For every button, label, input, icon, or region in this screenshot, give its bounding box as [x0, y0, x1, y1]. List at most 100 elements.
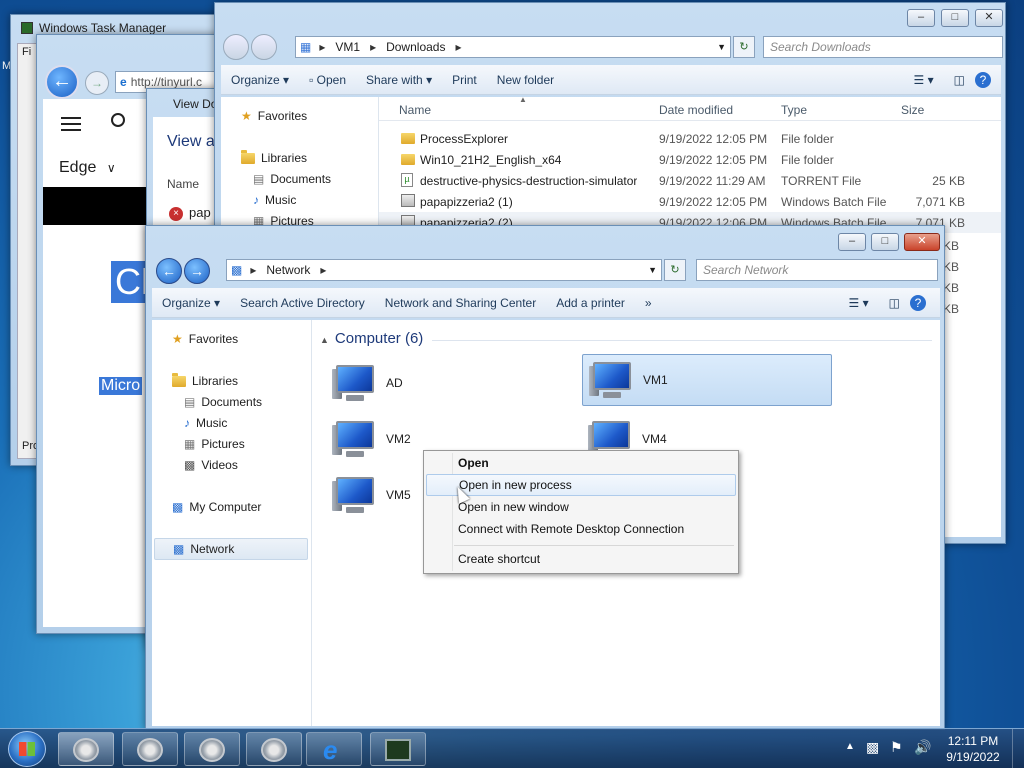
menu-item-open-new-window[interactable]: Open in new window	[426, 496, 736, 518]
minimize-button[interactable]: –	[907, 9, 935, 27]
context-menu: Open Open in new process Open in new win…	[423, 450, 739, 574]
size-fragment: KB	[943, 260, 960, 274]
close-button[interactable]: ✕	[904, 233, 940, 251]
ie-back-button[interactable]: ←	[45, 65, 79, 99]
print-button[interactable]: Print	[442, 73, 487, 87]
nav-music[interactable]: ♪ Music	[253, 193, 296, 207]
menu-item-open[interactable]: Open	[426, 452, 736, 474]
organize-button[interactable]: Organize ▾	[221, 73, 299, 87]
ie-forward-button[interactable]: →	[85, 71, 109, 95]
computer-item-vm1[interactable]: VM1	[582, 354, 832, 406]
nav-favorites[interactable]: ★ Favorites	[172, 332, 238, 346]
taskbar-button-network[interactable]	[58, 732, 114, 766]
search-input[interactable]: Search Network	[696, 259, 938, 281]
nav-videos[interactable]: ▩ Videos	[184, 458, 238, 472]
start-button[interactable]	[8, 731, 46, 767]
task-manager-menu-file[interactable]: Fi	[22, 46, 31, 58]
col-size[interactable]: Size	[901, 103, 924, 117]
hamburger-menu-icon[interactable]	[61, 117, 81, 131]
open-button[interactable]: ▫ Open	[299, 73, 356, 87]
downloads-toolbar: Organize ▾ ▫ Open Share with ▾ Print New…	[221, 65, 1001, 95]
forward-button[interactable]: →	[184, 258, 210, 284]
preview-pane-icon[interactable]: ◫	[944, 73, 975, 87]
menu-item-open-new-process[interactable]: Open in new process	[426, 474, 736, 496]
search-icon[interactable]	[111, 113, 125, 127]
table-row[interactable]: ProcessExplorer 9/19/2022 12:05 PM File …	[379, 128, 1001, 149]
address-bar[interactable]: ▩ ▸ Network ▸ ▼	[226, 259, 662, 281]
more-commands-button[interactable]: »	[635, 296, 662, 310]
refresh-button[interactable]: ↻	[664, 259, 686, 281]
volume-tray-icon[interactable]: 🔊	[914, 739, 931, 756]
search-active-directory-button[interactable]: Search Active Directory	[230, 296, 375, 310]
minimize-button[interactable]: –	[838, 233, 866, 251]
clock[interactable]: 12:11 PM 9/19/2022	[940, 733, 1006, 765]
show-hidden-icons[interactable]: ▲	[845, 741, 855, 752]
search-input[interactable]: Search Downloads	[763, 36, 1003, 58]
nav-documents[interactable]: ▤ Documents	[184, 395, 262, 409]
gear-icon	[261, 738, 287, 762]
maximize-button[interactable]: □	[871, 233, 899, 251]
computer-item-ad[interactable]: AD	[328, 358, 568, 408]
star-icon: ★	[172, 332, 183, 346]
folder-nav-icon: ▦	[300, 40, 312, 54]
forward-button[interactable]	[251, 34, 277, 60]
libraries-icon	[172, 372, 186, 387]
views-icon[interactable]: ☰ ▾	[904, 73, 944, 87]
nav-music[interactable]: ♪ Music	[184, 416, 227, 430]
nav-favorites[interactable]: ★ Favorites	[241, 109, 307, 123]
documents-icon: ▤	[184, 395, 196, 409]
help-icon[interactable]: ?	[910, 294, 926, 311]
gear-icon	[73, 738, 99, 762]
taskbar-button-explorer-1[interactable]	[122, 732, 178, 766]
organize-button[interactable]: Organize ▾	[152, 296, 230, 310]
show-desktop-button[interactable]	[1012, 729, 1024, 768]
maximize-button[interactable]: □	[941, 9, 969, 27]
breadcrumb-vm1[interactable]: VM1	[329, 40, 366, 54]
col-date[interactable]: Date modified	[659, 103, 733, 117]
views-icon[interactable]: ☰ ▾	[839, 296, 879, 310]
taskbar: e ▲ ▩ ⚑ 🔊 12:11 PM 9/19/2022	[0, 728, 1024, 768]
network-sharing-center-button[interactable]: Network and Sharing Center	[375, 296, 546, 310]
nav-documents[interactable]: ▤ Documents	[253, 172, 331, 186]
nav-my-computer[interactable]: ▩ My Computer	[172, 500, 261, 514]
task-manager-icon	[21, 22, 33, 34]
clock-date: 9/19/2022	[946, 750, 1000, 764]
taskbar-button-explorer-3[interactable]	[246, 732, 302, 766]
network-nav-icon: ▩	[231, 263, 243, 277]
preview-pane-icon[interactable]: ◫	[879, 296, 910, 310]
network-icon: ▩	[173, 542, 185, 556]
share-with-button[interactable]: Share with ▾	[356, 73, 442, 87]
menu-item-remote-desktop[interactable]: Connect with Remote Desktop Connection	[426, 518, 736, 540]
taskbar-button-ie[interactable]: e	[306, 732, 362, 766]
internet-explorer-icon: e	[323, 735, 338, 765]
menu-item-create-shortcut[interactable]: Create shortcut	[426, 548, 736, 570]
nav-libraries[interactable]: Libraries	[172, 372, 238, 388]
nav-libraries[interactable]: Libraries	[241, 149, 307, 165]
taskbar-button-task-manager[interactable]	[370, 732, 426, 766]
back-button[interactable]: ←	[156, 258, 182, 284]
network-tray-icon[interactable]: ▩	[866, 739, 879, 756]
breadcrumb-network[interactable]: Network	[260, 263, 316, 277]
flag-tray-icon[interactable]: ⚑	[890, 739, 903, 756]
edge-dropdown[interactable]: Edge ∨	[59, 159, 116, 177]
help-icon[interactable]: ?	[975, 71, 991, 88]
table-row[interactable]: µ destructive-physics-destruction-simula…	[379, 170, 1001, 191]
add-printer-button[interactable]: Add a printer	[546, 296, 635, 310]
refresh-button[interactable]: ↻	[733, 36, 755, 58]
view-downloads-item[interactable]: pap	[189, 205, 211, 220]
new-folder-button[interactable]: New folder	[487, 73, 564, 87]
address-dropdown-icon[interactable]: ▼	[648, 265, 657, 275]
address-bar[interactable]: ▦ ▸ VM1 ▸ Downloads ▸ ▼	[295, 36, 731, 58]
taskbar-button-explorer-2[interactable]	[184, 732, 240, 766]
table-row[interactable]: papapizzeria2 (1) 9/19/2022 12:05 PM Win…	[379, 191, 1001, 212]
close-button[interactable]: ✕	[975, 9, 1003, 27]
nav-pictures[interactable]: ▦ Pictures	[184, 437, 245, 451]
group-header[interactable]: ▲ Computer (6)	[320, 330, 423, 347]
col-name[interactable]: Name	[399, 103, 431, 117]
col-type[interactable]: Type	[781, 103, 807, 117]
back-button[interactable]	[223, 34, 249, 60]
nav-network[interactable]: ▩ Network	[154, 538, 308, 560]
breadcrumb-downloads[interactable]: Downloads	[380, 40, 451, 54]
table-row[interactable]: Win10_21H2_English_x64 9/19/2022 12:05 P…	[379, 149, 1001, 170]
address-dropdown-icon[interactable]: ▼	[717, 42, 726, 52]
